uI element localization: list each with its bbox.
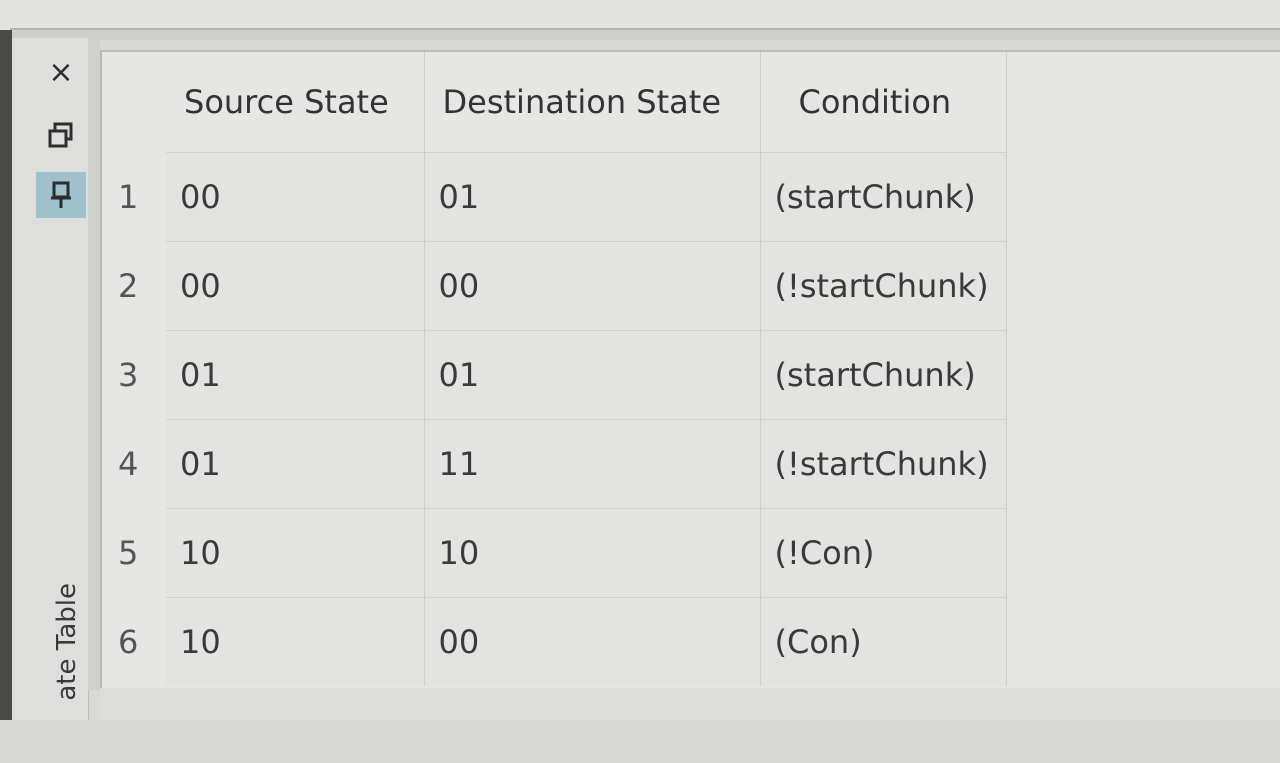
row-number: 6 (102, 597, 166, 686)
row-number: 5 (102, 508, 166, 598)
table-row[interactable]: 2 00 00 (!startChunk) (102, 241, 1007, 331)
table-row[interactable]: 4 01 11 (!startChunk) (102, 419, 1007, 509)
column-header-destination-state[interactable]: Destination State (424, 52, 761, 153)
state-table: Source State Destination State Condition… (102, 52, 1007, 686)
source-state-cell[interactable]: 01 (166, 419, 425, 509)
panel-divider (88, 38, 100, 690)
column-header-condition[interactable]: Condition (760, 52, 1007, 153)
destination-state-cell[interactable]: 01 (424, 330, 761, 420)
window-edge (0, 30, 12, 720)
destination-state-cell[interactable]: 00 (424, 597, 761, 686)
row-number: 3 (102, 330, 166, 420)
condition-cell[interactable]: (!startChunk) (760, 419, 1007, 509)
row-number: 4 (102, 419, 166, 509)
row-number: 2 (102, 241, 166, 331)
row-number: 1 (102, 152, 166, 242)
destination-state-cell[interactable]: 01 (424, 152, 761, 242)
destination-state-cell[interactable]: 11 (424, 419, 761, 509)
source-state-cell[interactable]: 00 (166, 241, 425, 331)
restore-button[interactable] (36, 112, 86, 158)
source-state-cell[interactable]: 10 (166, 597, 425, 686)
condition-cell[interactable]: (!Con) (760, 508, 1007, 598)
table-row[interactable]: 6 10 00 (Con) (102, 597, 1007, 686)
top-strip (0, 0, 1280, 30)
column-header-source-state[interactable]: Source State (166, 52, 425, 153)
pin-button[interactable] (36, 172, 86, 218)
restore-window-icon (48, 122, 73, 148)
condition-cell[interactable]: (Con) (760, 597, 1007, 686)
condition-cell[interactable]: (startChunk) (760, 152, 1007, 242)
destination-state-cell[interactable]: 10 (424, 508, 761, 598)
destination-state-cell[interactable]: 00 (424, 241, 761, 331)
source-state-cell[interactable]: 10 (166, 508, 425, 598)
state-table-panel: Source State Destination State Condition… (100, 50, 1280, 690)
panel-top-border (10, 28, 1280, 40)
panel-side-toolbar: × ate Table (12, 38, 89, 720)
condition-cell[interactable]: (!startChunk) (760, 241, 1007, 331)
row-number-header (102, 52, 166, 153)
state-table-tab[interactable]: ate Table (52, 583, 92, 763)
table-row[interactable]: 1 00 01 (startChunk) (102, 152, 1007, 242)
source-state-cell[interactable]: 01 (166, 330, 425, 420)
close-icon: × (48, 55, 74, 90)
bottom-strip (100, 688, 1280, 720)
source-state-cell[interactable]: 00 (166, 152, 425, 242)
table-row[interactable]: 5 10 10 (!Con) (102, 508, 1007, 598)
close-button[interactable]: × (36, 50, 86, 96)
pin-icon (51, 181, 71, 208)
table-header-row: Source State Destination State Condition (102, 52, 1007, 153)
condition-cell[interactable]: (startChunk) (760, 330, 1007, 420)
table-row[interactable]: 3 01 01 (startChunk) (102, 330, 1007, 420)
